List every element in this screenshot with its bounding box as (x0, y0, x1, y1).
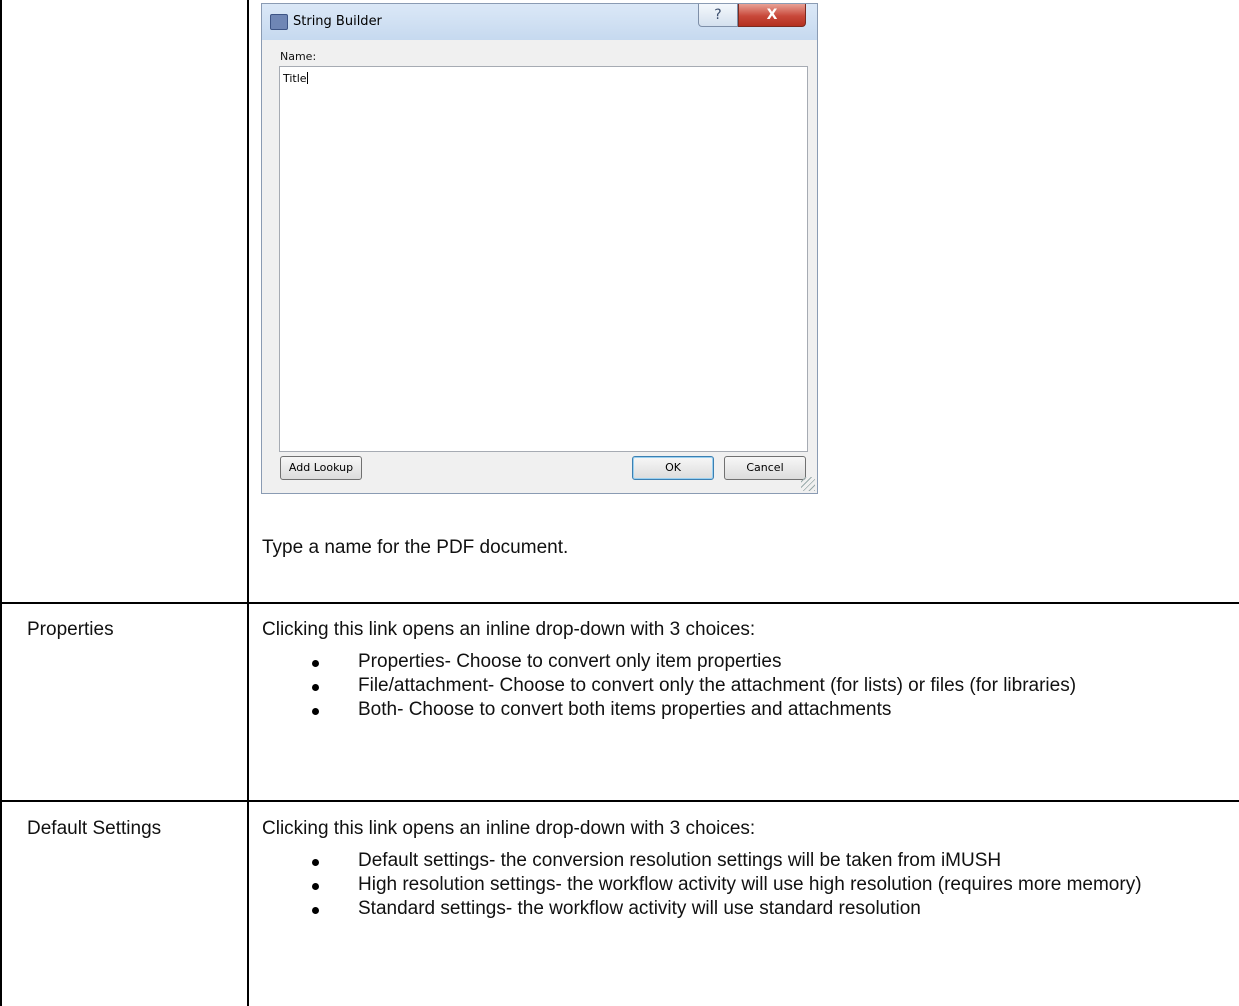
dialog-titlebar: String Builder ? X (262, 4, 817, 40)
bullet-icon (312, 907, 319, 914)
choice-list: Properties- Choose to convert only item … (312, 650, 1212, 722)
list-item: Both- Choose to convert both items prope… (312, 698, 1212, 722)
close-button[interactable]: X (738, 4, 806, 27)
choice-list: Default settings- the conversion resolut… (312, 849, 1212, 921)
text-caret (306, 72, 308, 84)
name-field-value: Title (283, 72, 307, 85)
list-item-text: Standard settings- the workflow activity… (358, 898, 921, 919)
cancel-button[interactable]: Cancel (724, 456, 806, 480)
bullet-icon (312, 859, 319, 866)
list-item-text: Both- Choose to convert both items prope… (358, 699, 892, 720)
list-item: Default settings- the conversion resolut… (312, 849, 1212, 873)
list-item-text: High resolution settings- the workflow a… (358, 874, 1142, 895)
list-item-text: Default settings- the conversion resolut… (358, 850, 1002, 871)
row-intro: Clicking this link opens an inline drop-… (262, 619, 756, 640)
table-border-left (0, 0, 2, 1006)
list-item-text: File/attachment- Choose to convert only … (358, 675, 1077, 696)
add-lookup-button[interactable]: Add Lookup (280, 456, 362, 480)
row-label-default-settings: Default Settings (27, 818, 162, 839)
row-label-properties: Properties (27, 619, 114, 640)
row-description: Type a name for the PDF document. (262, 537, 569, 558)
resize-grip-icon[interactable] (801, 477, 815, 491)
name-label: Name: (280, 50, 317, 63)
bullet-icon (312, 684, 319, 691)
list-item: File/attachment- Choose to convert only … (312, 674, 1212, 698)
bullet-icon (312, 708, 319, 715)
ok-button[interactable]: OK (632, 456, 714, 480)
dialog-title: String Builder (293, 14, 382, 29)
list-item: Standard settings- the workflow activity… (312, 897, 1212, 921)
list-item: High resolution settings- the workflow a… (312, 873, 1212, 897)
bullet-icon (312, 660, 319, 667)
name-field[interactable]: Title (279, 66, 808, 452)
help-button[interactable]: ? (698, 4, 738, 27)
string-builder-dialog: String Builder ? X Name: Title Add Looku… (261, 3, 818, 494)
row-intro: Clicking this link opens an inline drop-… (262, 818, 756, 839)
app-icon (270, 14, 288, 30)
table-row-divider (0, 800, 1239, 802)
list-item: Properties- Choose to convert only item … (312, 650, 1212, 674)
table-row-divider (0, 602, 1239, 604)
table-column-divider (247, 0, 249, 1006)
list-item-text: Properties- Choose to convert only item … (358, 651, 782, 672)
bullet-icon (312, 883, 319, 890)
